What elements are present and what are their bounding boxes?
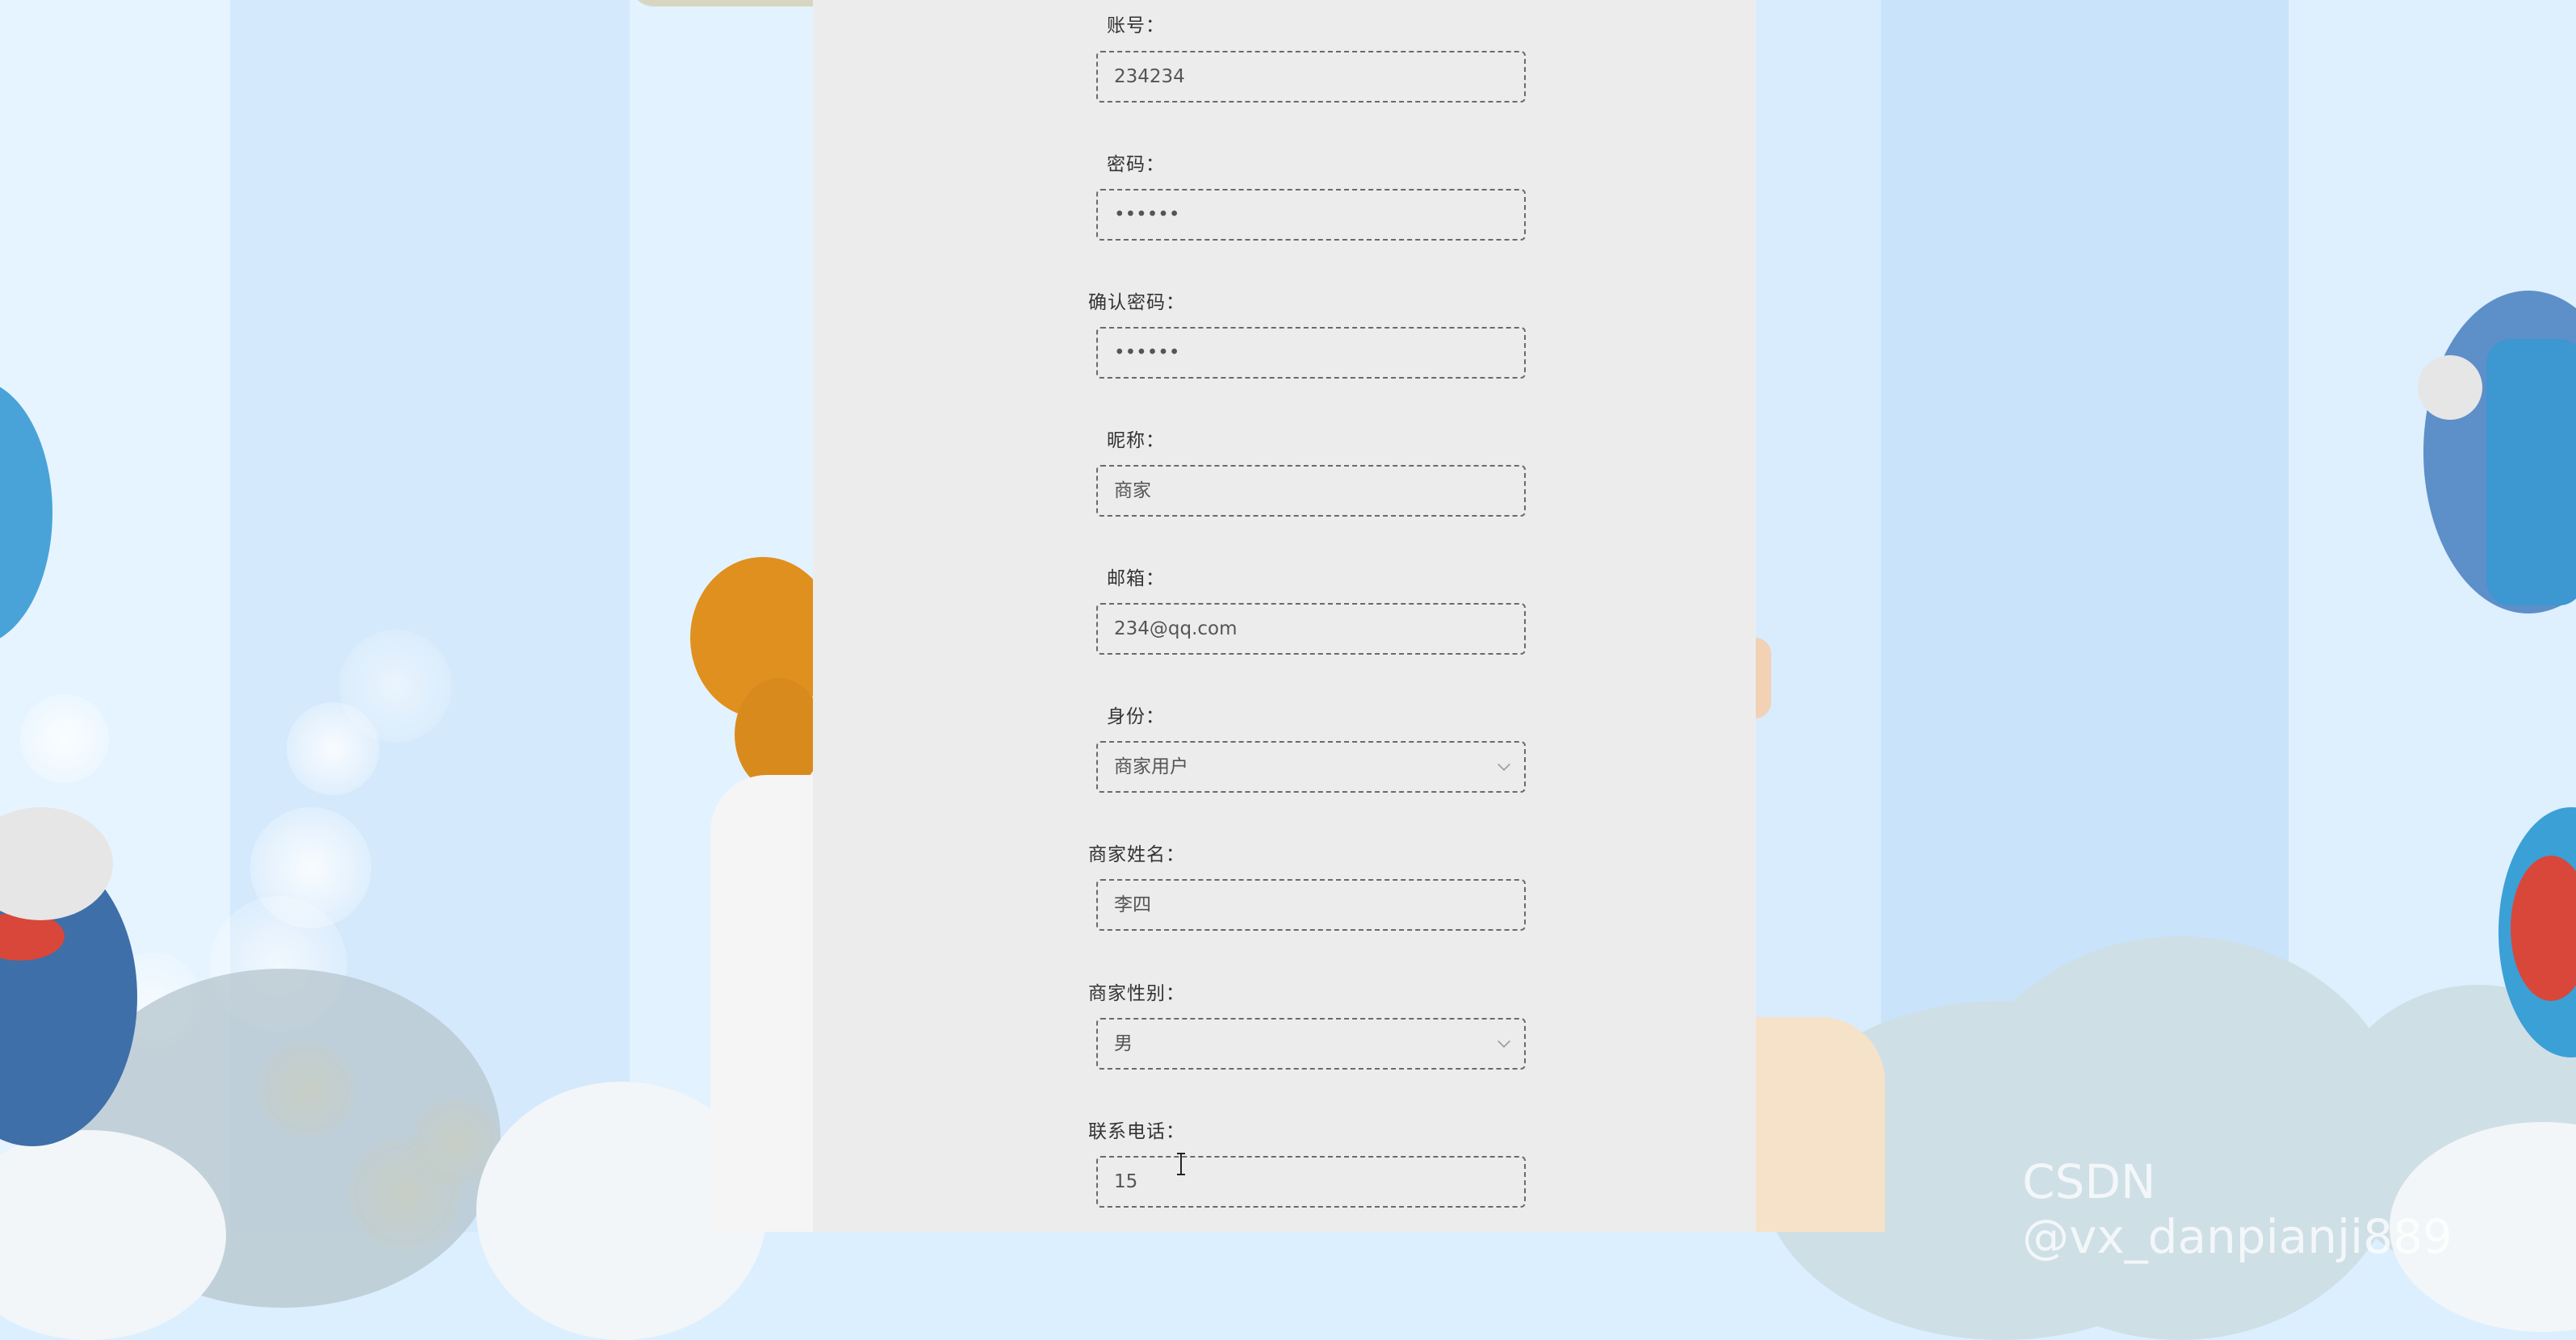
confirm-password-value: ••••••	[1114, 342, 1180, 363]
merchant-name-input[interactable]: 李四	[1096, 879, 1526, 931]
merchant-gender-label: 商家性别：	[1088, 983, 1185, 1004]
text-cursor-icon	[1177, 1153, 1185, 1175]
email-input[interactable]: 234@qq.com	[1096, 603, 1526, 655]
merchant-gender-select[interactable]: 男	[1096, 1018, 1526, 1070]
character-hand	[1753, 638, 1771, 718]
password-value: ••••••	[1114, 204, 1180, 225]
confirm-password-input[interactable]: ••••••	[1096, 327, 1526, 379]
phone-label: 联系电话：	[1088, 1121, 1185, 1142]
role-label: 身份：	[1107, 706, 1165, 727]
bokeh-light	[339, 630, 452, 743]
account-label: 账号：	[1107, 15, 1165, 36]
merchant-name-label: 商家姓名：	[1088, 844, 1185, 865]
email-value: 234@qq.com	[1114, 618, 1238, 639]
email-label: 邮箱：	[1107, 568, 1165, 589]
nickname-input[interactable]: 商家	[1096, 465, 1526, 517]
role-select[interactable]: 商家用户	[1096, 741, 1526, 793]
account-input[interactable]: 234234	[1096, 51, 1526, 103]
ornament-ball	[2418, 355, 2482, 420]
character-arm	[1756, 1017, 1885, 1232]
bokeh-light	[20, 694, 109, 783]
confirm-password-label: 确认密码：	[1088, 292, 1185, 313]
character-head	[735, 678, 823, 791]
ornament-ball	[2486, 339, 2576, 605]
chevron-down-icon	[1497, 758, 1510, 771]
account-value: 234234	[1114, 66, 1185, 87]
role-value: 商家用户	[1114, 756, 1188, 777]
nickname-label: 昵称：	[1107, 430, 1165, 451]
merchant-name-value: 李四	[1114, 894, 1151, 915]
chevron-down-icon	[1497, 1035, 1510, 1048]
phone-input[interactable]: 15	[1096, 1156, 1526, 1208]
password-label: 密码：	[1107, 154, 1165, 175]
password-input[interactable]: ••••••	[1096, 189, 1526, 241]
merchant-gender-value: 男	[1114, 1033, 1133, 1054]
nickname-value: 商家	[1114, 480, 1151, 501]
character-dress	[710, 775, 823, 1232]
watermark-text: CSDN @vx_danpianji889	[2022, 1154, 2452, 1264]
phone-value: 15	[1114, 1171, 1138, 1192]
